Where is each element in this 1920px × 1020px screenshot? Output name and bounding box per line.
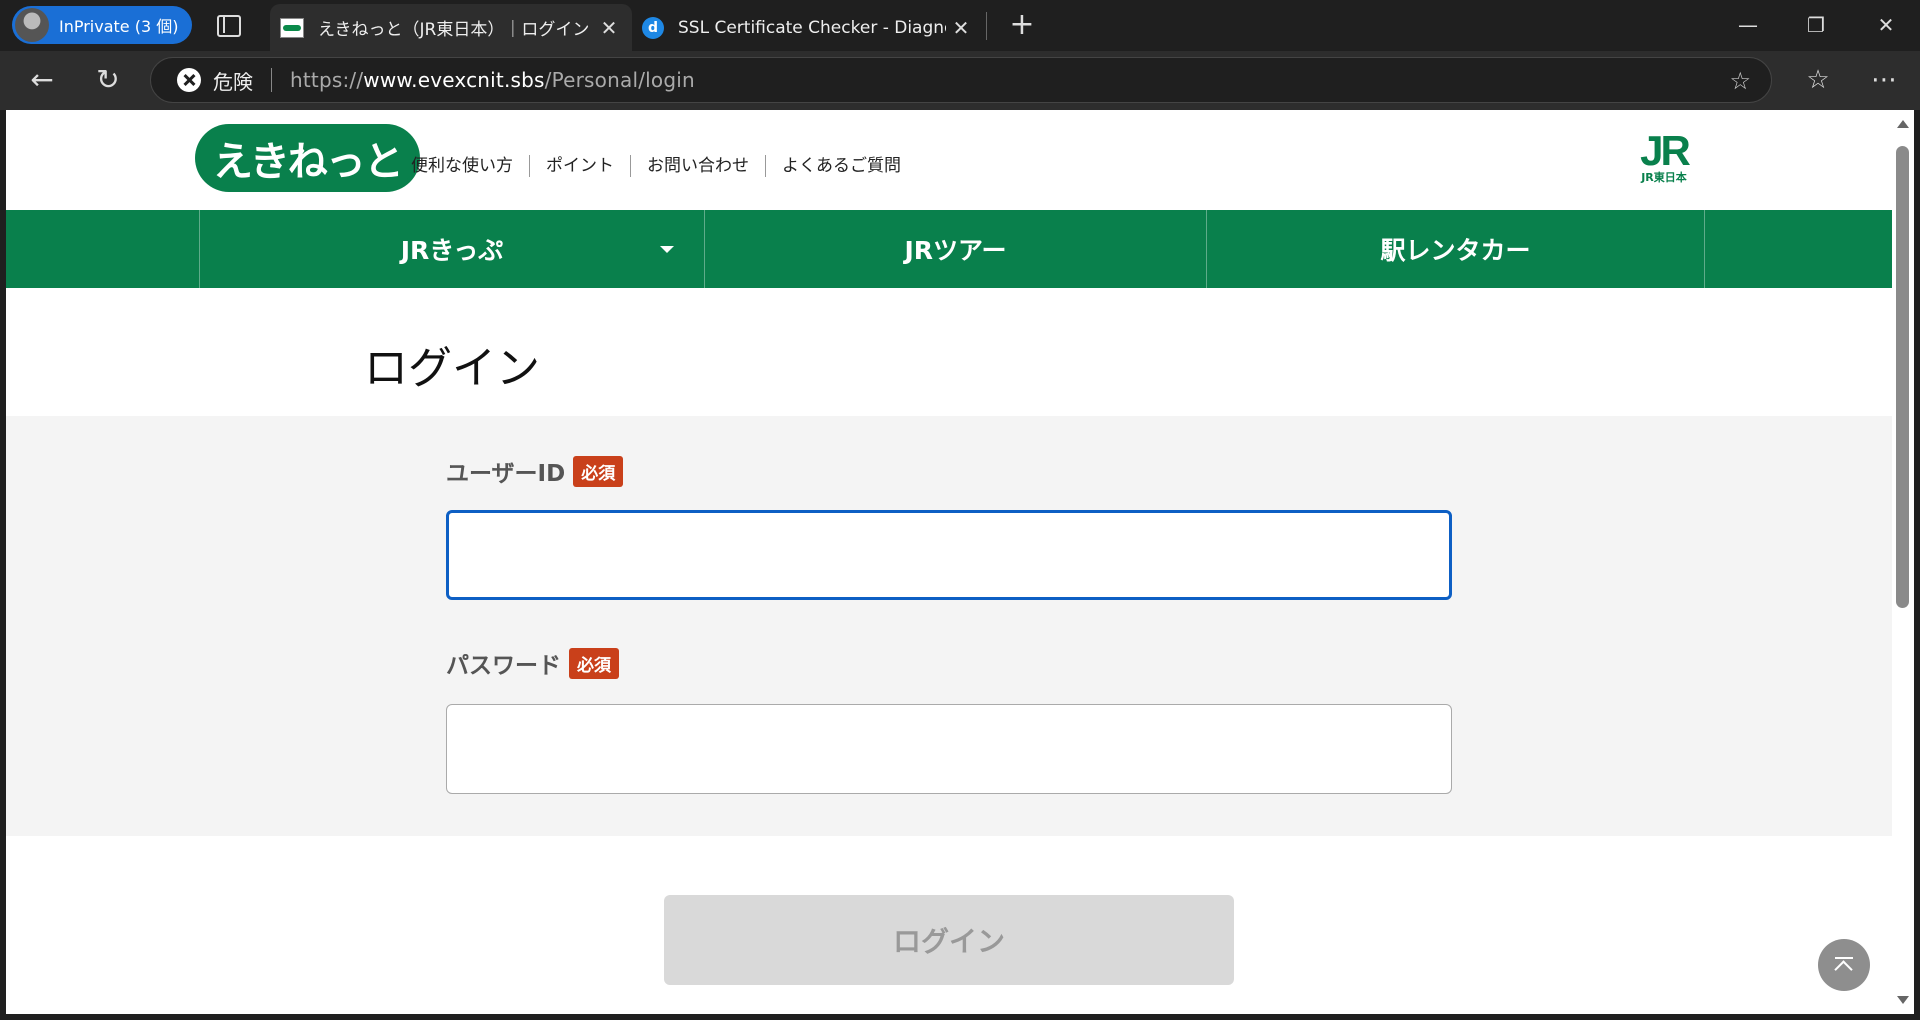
back-arrow-icon[interactable]: ← <box>20 59 64 103</box>
scroll-up-icon[interactable] <box>1897 120 1909 128</box>
favorite-star-icon[interactable]: ☆ <box>1729 67 1751 95</box>
tab-title: SSL Certificate Checker - Diagnostic <box>678 17 946 38</box>
tab-ssl-checker[interactable]: d SSL Certificate Checker - Diagnostic ✕ <box>632 4 984 51</box>
tab-bar: InPrivate (3 個) えきねっと（JR東日本）｜ログイン ✕ d SS… <box>0 0 1920 51</box>
tab-ekinet-login[interactable]: えきねっと（JR東日本）｜ログイン ✕ <box>270 4 632 51</box>
address-divider <box>271 68 272 92</box>
profile-avatar-icon <box>15 8 49 42</box>
tab-title: えきねっと（JR東日本）｜ログイン <box>318 20 590 40</box>
page-viewport: えきねっと 便利な使い方 ポイント お問い合わせ よくあるご質問 JR JR東日… <box>6 110 1892 1014</box>
page-title: ログイン <box>364 343 540 394</box>
login-form: ユーザーID 必須 パスワード 必須 <box>6 416 1892 836</box>
more-menu-icon[interactable]: ⋯ <box>1862 59 1906 103</box>
restore-icon[interactable]: ❐ <box>1786 0 1846 51</box>
close-tab-icon[interactable]: ✕ <box>594 16 624 40</box>
refresh-icon[interactable]: ↻ <box>86 59 130 103</box>
window-close-icon[interactable]: ✕ <box>1856 0 1916 51</box>
nav-rent-a-car[interactable]: 駅レンタカー <box>1206 210 1705 288</box>
url-text[interactable]: https://www.evexcnit.sbs/Personal/login <box>290 68 695 92</box>
tab-actions-icon[interactable] <box>214 12 242 38</box>
jr-east-logo[interactable]: JR JR東日本 <box>1628 130 1700 188</box>
address-bar-row: ← ↻ 危険 https://www.evexcnit.sbs/Personal… <box>0 51 1920 110</box>
new-tab-icon[interactable]: + <box>1004 6 1040 44</box>
scrollbar-thumb[interactable] <box>1896 146 1909 608</box>
inprivate-profile-button[interactable]: InPrivate (3 個) <box>12 6 192 44</box>
ekinet-logo[interactable]: えきねっと <box>199 128 416 188</box>
close-tab-icon[interactable]: ✕ <box>946 16 976 40</box>
main-nav: JRきっぷ JRツアー 駅レンタカー <box>6 210 1892 288</box>
scroll-down-icon[interactable] <box>1897 996 1909 1004</box>
header-link-usage[interactable]: 便利な使い方 <box>411 155 529 177</box>
security-status[interactable]: 危険 <box>213 66 253 95</box>
nav-jr-tour[interactable]: JRツアー <box>704 210 1206 288</box>
required-badge: 必須 <box>569 647 619 679</box>
header-nav: 便利な使い方 ポイント お問い合わせ よくあるご質問 <box>411 155 917 177</box>
security-danger-icon[interactable] <box>177 68 201 92</box>
favorites-icon[interactable]: ☆ <box>1796 59 1840 103</box>
user-id-input[interactable] <box>446 510 1452 600</box>
password-label: パスワード 必須 <box>446 646 619 680</box>
address-bar[interactable]: 危険 https://www.evexcnit.sbs/Personal/log… <box>150 57 1772 103</box>
header-link-faq[interactable]: よくあるご質問 <box>765 155 917 177</box>
password-input[interactable] <box>446 704 1452 794</box>
required-badge: 必須 <box>573 455 624 487</box>
tab-divider <box>986 12 987 40</box>
header-link-contact[interactable]: お問い合わせ <box>630 155 765 177</box>
page-scrollbar[interactable] <box>1892 110 1914 1014</box>
minimize-icon[interactable]: — <box>1718 0 1778 51</box>
profile-label: InPrivate (3 個) <box>59 17 179 36</box>
ekinet-favicon-icon <box>280 17 304 38</box>
header-link-points[interactable]: ポイント <box>529 155 630 177</box>
scroll-to-top-icon[interactable] <box>1818 939 1870 991</box>
digicert-favicon-icon: d <box>642 16 664 39</box>
login-button[interactable]: ログイン <box>664 895 1234 985</box>
user-id-label: ユーザーID 必須 <box>446 454 624 488</box>
site-header: えきねっと 便利な使い方 ポイント お問い合わせ よくあるご質問 JR JR東日… <box>6 110 1892 210</box>
chevron-down-icon <box>660 246 674 253</box>
nav-jr-tickets[interactable]: JRきっぷ <box>199 210 704 288</box>
